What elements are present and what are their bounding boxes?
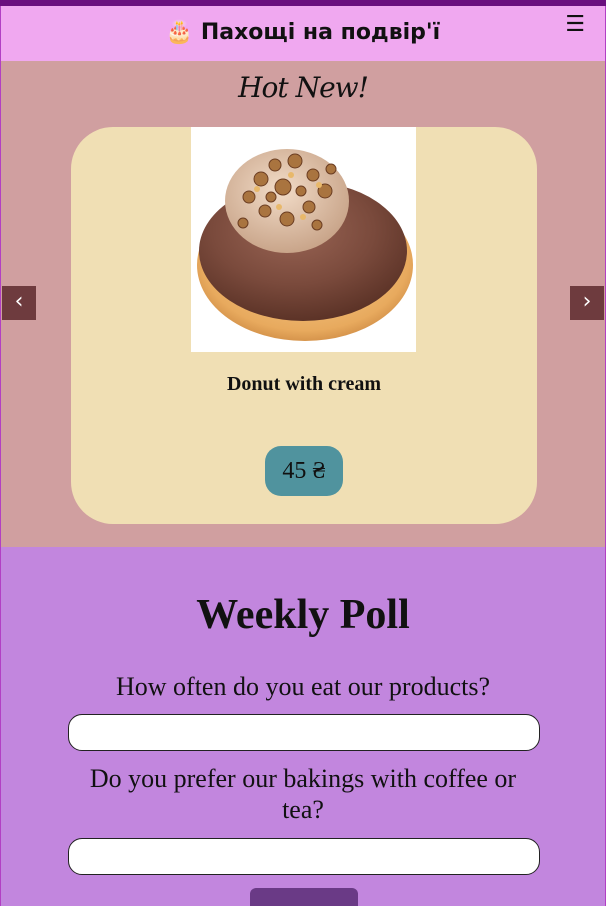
hot-new-carousel: Hot New! ‹ › Donut with cream 45 ₴ bbox=[0, 61, 606, 547]
poll-question-2: Do you prefer our bakings with coffee or… bbox=[89, 764, 517, 824]
poll-title: Weekly Poll bbox=[196, 592, 410, 638]
poll-question-1: How often do you eat our products? bbox=[115, 672, 491, 701]
donut-illustration bbox=[197, 149, 413, 341]
carousel-next-button[interactable]: › bbox=[570, 286, 604, 320]
site-header: 🎂 Пахощі на подвір'ї ☰ bbox=[0, 6, 606, 61]
product-name: Donut with cream bbox=[226, 373, 382, 395]
weekly-poll: Weekly Poll How often do you eat our pro… bbox=[0, 547, 606, 906]
carousel-heading: Hot New! bbox=[238, 71, 369, 104]
carousel-prev-button[interactable]: ‹ bbox=[2, 286, 36, 320]
site-title: 🎂 Пахощі на подвір'ї bbox=[165, 20, 441, 45]
poll-answer-1-input[interactable] bbox=[68, 714, 540, 751]
price-badge[interactable]: 45 ₴ bbox=[265, 446, 343, 496]
poll-submit-button[interactable] bbox=[250, 888, 358, 906]
product-image bbox=[191, 127, 416, 352]
hamburger-menu-icon[interactable]: ☰ bbox=[565, 14, 585, 36]
product-card[interactable]: Donut with cream 45 ₴ bbox=[71, 127, 537, 524]
poll-answer-2-input[interactable] bbox=[68, 838, 540, 875]
